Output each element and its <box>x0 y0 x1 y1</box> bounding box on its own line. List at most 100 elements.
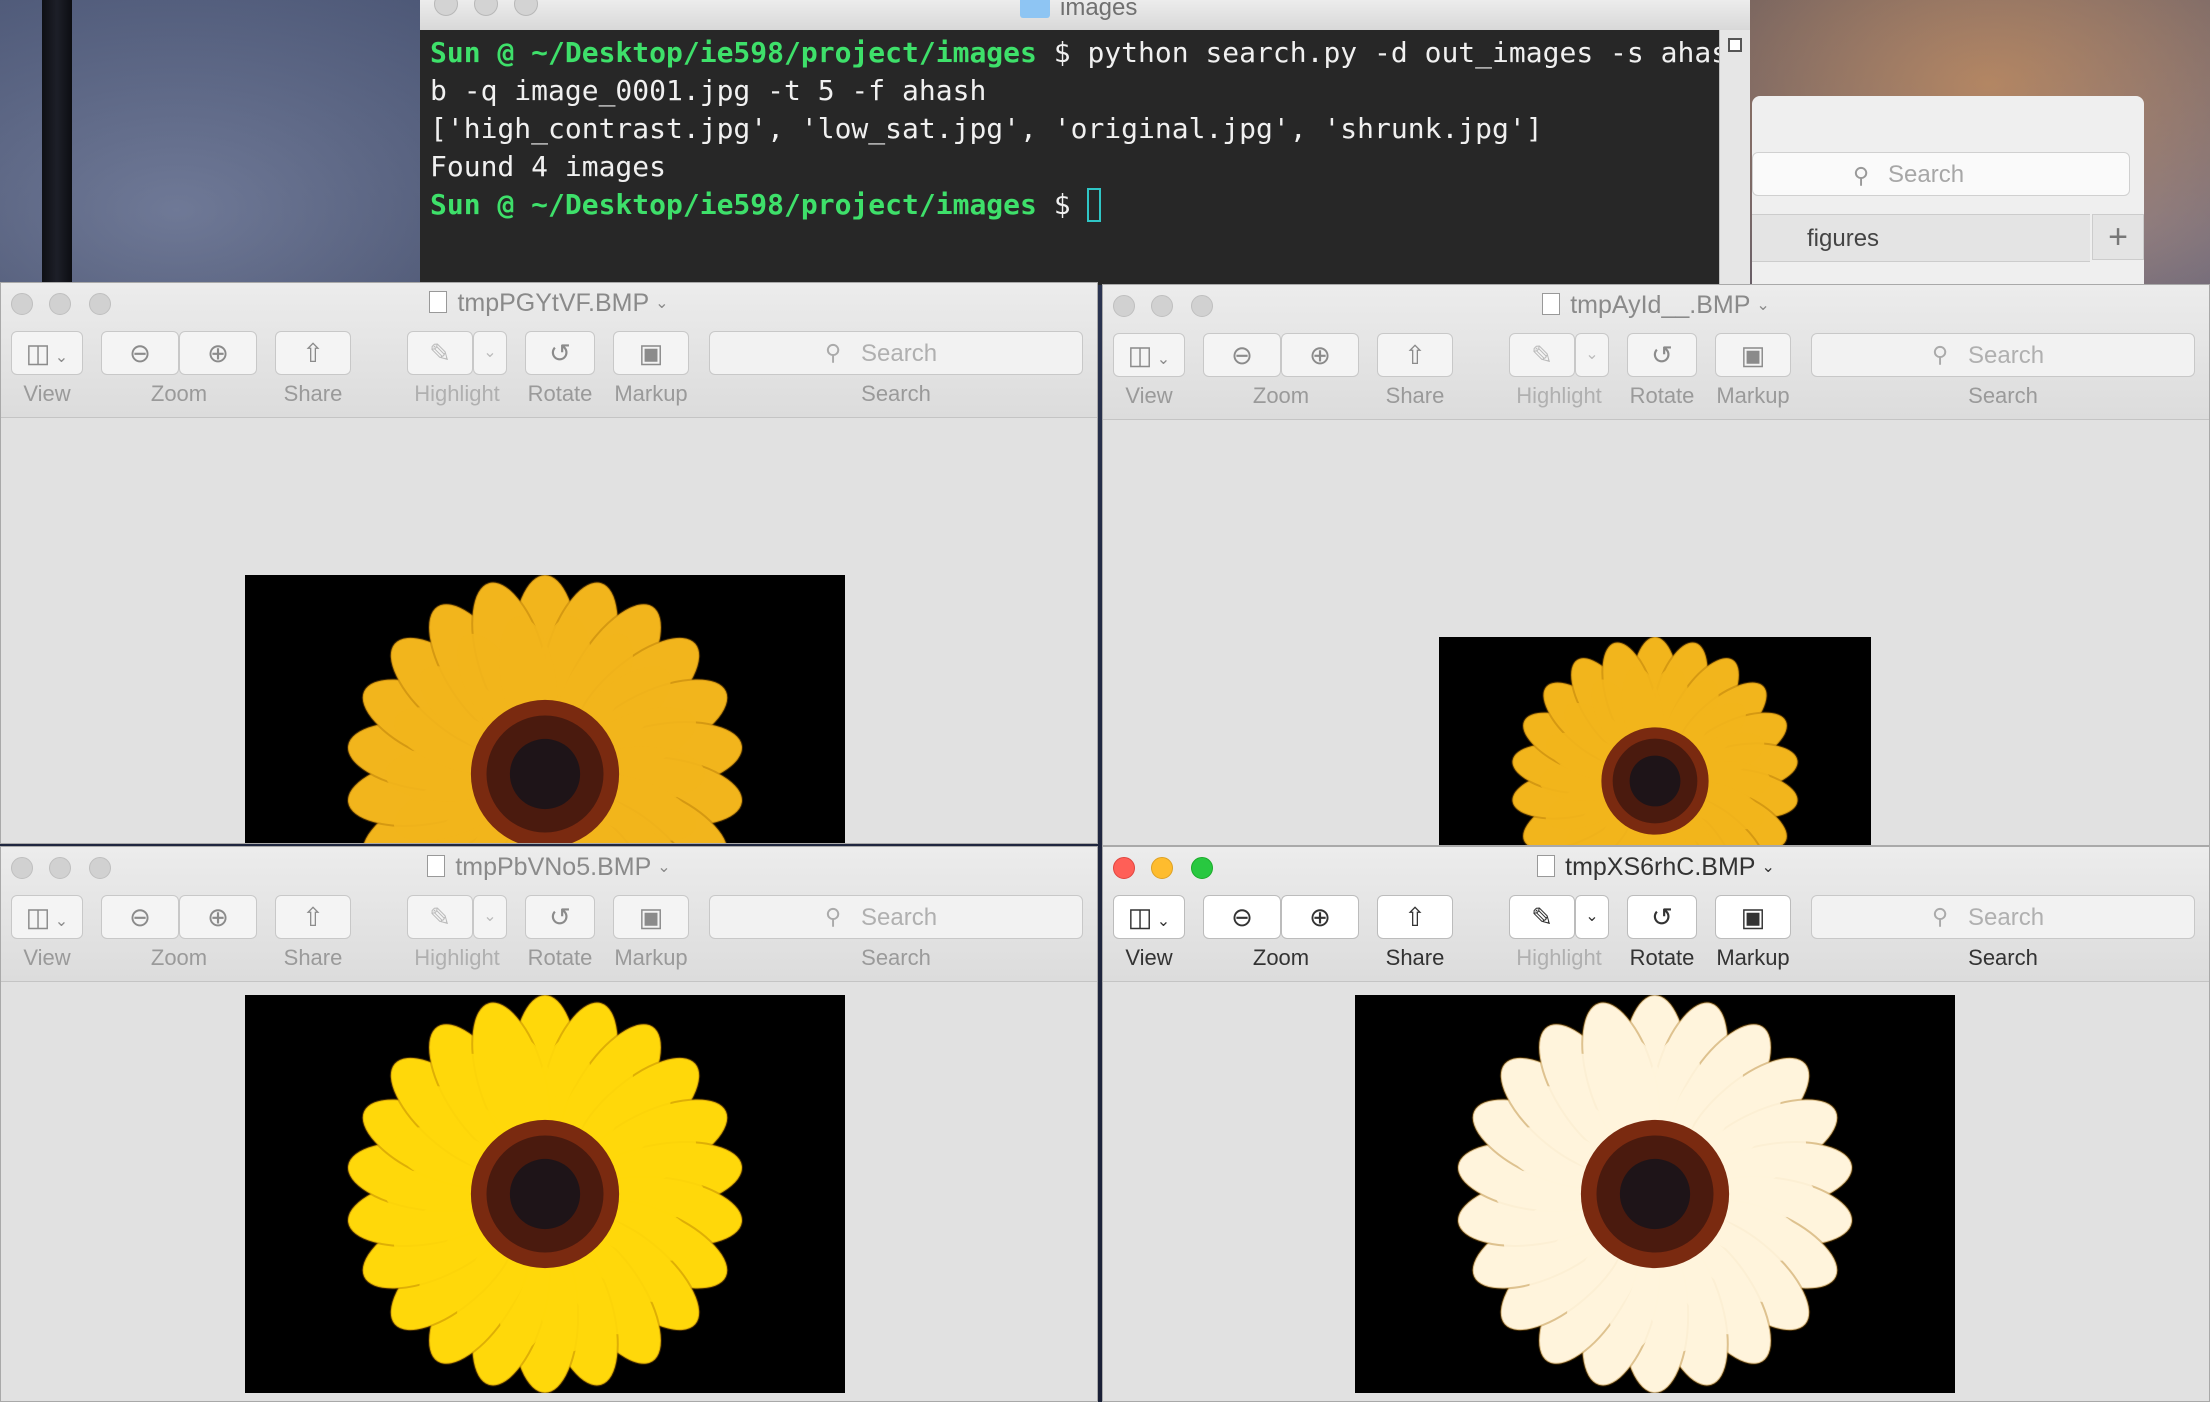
wallpaper-pole <box>42 0 72 290</box>
markup-button[interactable]: ▣ <box>613 895 689 939</box>
search-label: Search <box>861 381 931 406</box>
close-button[interactable] <box>434 0 458 16</box>
document-area[interactable] <box>1 982 1097 1401</box>
terminal-title: images <box>1060 0 1138 21</box>
finder-tab-label: figures <box>1807 225 1880 252</box>
document-area[interactable] <box>1103 982 2209 1401</box>
chevron-down-icon[interactable]: ⌄ <box>1761 859 1774 876</box>
window-title[interactable]: tmpPbVNo5.BMP ⌄ <box>1 853 1097 882</box>
chevron-down-icon[interactable]: ⌄ <box>657 859 670 876</box>
rotate-button[interactable]: ↺ <box>1627 895 1697 939</box>
finder-window[interactable]: ⚲ Search figures + <box>1752 96 2144 296</box>
markup-button[interactable]: ▣ <box>1715 895 1791 939</box>
chevron-down-icon[interactable]: ⌄ <box>655 295 668 312</box>
markup-button[interactable]: ▣ <box>1715 333 1791 377</box>
highlight-button[interactable]: ✎ <box>407 331 473 375</box>
toolbox-icon: ▣ <box>1740 340 1766 370</box>
highlight-menu-button[interactable]: ⌄ <box>473 895 507 939</box>
view-button[interactable]: ◫ ⌄ <box>11 331 83 375</box>
finder-tab-figures[interactable]: figures <box>1752 214 2090 262</box>
terminal-titlebar[interactable]: images <box>420 0 1750 31</box>
share-button[interactable]: ⇧ <box>275 895 351 939</box>
highlight-label: Highlight <box>414 381 500 406</box>
search-field[interactable]: ⚲ Search <box>1811 333 2195 377</box>
sunflower-graphic <box>346 575 744 843</box>
document-icon <box>1542 293 1561 315</box>
rotate-icon: ↺ <box>1651 340 1673 370</box>
share-label: Share <box>283 381 343 406</box>
zoom-out-button[interactable]: ⊖ <box>1203 895 1281 939</box>
minimize-button[interactable] <box>474 0 498 16</box>
search-label: Search <box>861 945 931 970</box>
view-button[interactable]: ◫ ⌄ <box>1113 333 1185 377</box>
highlight-menu-button[interactable]: ⌄ <box>1575 333 1609 377</box>
rotate-button[interactable]: ↺ <box>1627 333 1697 377</box>
rotate-label: Rotate <box>527 945 593 970</box>
output-line: ['high_contrast.jpg', 'low_sat.jpg', 'or… <box>430 112 1543 145</box>
zoom-in-button[interactable]: ⊕ <box>1281 333 1359 377</box>
sunflower-image <box>1439 637 1871 845</box>
view-button[interactable]: ◫ ⌄ <box>11 895 83 939</box>
rotate-button[interactable]: ↺ <box>525 331 595 375</box>
zoom-in-button[interactable]: ⊕ <box>179 331 257 375</box>
preview-toolbar: tmpPbVNo5.BMP ⌄ ◫ ⌄ ⊖ ⊕ ⇧ ✎ ⌄ ↺ ▣ ⚲ Searc… <box>1 847 1097 982</box>
share-button[interactable]: ⇧ <box>1377 895 1453 939</box>
finder-search-field[interactable]: ⚲ Search <box>1752 152 2130 196</box>
document-area[interactable] <box>1103 420 2209 845</box>
rotate-label: Rotate <box>1629 945 1695 970</box>
highlight-button[interactable]: ✎ <box>407 895 473 939</box>
highlight-menu-button[interactable]: ⌄ <box>1575 895 1609 939</box>
preview-window[interactable]: tmpPGYtVF.BMP ⌄ ◫ ⌄ ⊖ ⊕ ⇧ ✎ ⌄ ↺ ▣ ⚲ Searc… <box>0 282 1098 844</box>
add-tab-button[interactable]: + <box>2092 214 2144 260</box>
scroll-knob[interactable] <box>1728 38 1742 52</box>
text-cursor <box>1087 188 1102 222</box>
highlight-menu-button[interactable]: ⌄ <box>473 331 507 375</box>
rotate-button[interactable]: ↺ <box>525 895 595 939</box>
view-button[interactable]: ◫ ⌄ <box>1113 895 1185 939</box>
chevron-down-icon: ⌄ <box>50 913 69 930</box>
highlighter-icon: ✎ <box>429 338 451 368</box>
rotate-icon: ↺ <box>549 902 571 932</box>
zoom-out-button[interactable]: ⊖ <box>101 895 179 939</box>
chevron-down-icon: ⌄ <box>483 908 497 925</box>
terminal-window[interactable]: images Sun @ ~/Desktop/ie598/project/ima… <box>420 0 1750 285</box>
share-label: Share <box>1385 945 1445 970</box>
preview-window[interactable]: tmpXS6rhC.BMP ⌄ ◫ ⌄ ⊖ ⊕ ⇧ ✎ ⌄ ↺ ▣ ⚲ Searc… <box>1102 846 2210 1402</box>
window-title[interactable]: tmpPGYtVF.BMP ⌄ <box>1 289 1097 318</box>
zoom-out-button[interactable]: ⊖ <box>101 331 179 375</box>
finder-search-placeholder: Search <box>1888 161 1965 188</box>
zoom-button[interactable] <box>514 0 538 16</box>
highlight-button[interactable]: ✎ <box>1509 333 1575 377</box>
search-field[interactable]: ⚲ Search <box>709 895 1083 939</box>
sunflower-graphic <box>1511 637 1799 845</box>
highlight-button[interactable]: ✎ <box>1509 895 1575 939</box>
share-button[interactable]: ⇧ <box>1377 333 1453 377</box>
search-field[interactable]: ⚲ Search <box>709 331 1083 375</box>
output-line: Found 4 images <box>430 150 667 183</box>
sunflower-graphic <box>1456 995 1854 1393</box>
highlight-label: Highlight <box>414 945 500 970</box>
share-label: Share <box>1385 383 1445 408</box>
search-icon: ⚲ <box>825 340 842 365</box>
window-title-text: tmpAyId__.BMP <box>1570 291 1751 319</box>
terminal-output[interactable]: Sun @ ~/Desktop/ie598/project/images $ p… <box>420 30 1750 285</box>
zoom-out-button[interactable]: ⊖ <box>1203 333 1281 377</box>
terminal-scrollbar[interactable] <box>1719 30 1750 285</box>
sunflower-image <box>245 575 845 843</box>
markup-button[interactable]: ▣ <box>613 331 689 375</box>
search-field[interactable]: ⚲ Search <box>1811 895 2195 939</box>
preview-window[interactable]: tmpAyId__.BMP ⌄ ◫ ⌄ ⊖ ⊕ ⇧ ✎ ⌄ ↺ ▣ ⚲ Searc… <box>1102 284 2210 846</box>
highlighter-icon: ✎ <box>1531 902 1553 932</box>
sidebar-icon: ◫ <box>1127 340 1153 370</box>
share-button[interactable]: ⇧ <box>275 331 351 375</box>
window-title[interactable]: tmpXS6rhC.BMP ⌄ <box>1103 853 2209 882</box>
preview-window[interactable]: tmpPbVNo5.BMP ⌄ ◫ ⌄ ⊖ ⊕ ⇧ ✎ ⌄ ↺ ▣ ⚲ Searc… <box>0 846 1098 1402</box>
zoom-in-button[interactable]: ⊕ <box>179 895 257 939</box>
document-area[interactable] <box>1 418 1097 843</box>
zoom-in-button[interactable]: ⊕ <box>1281 895 1359 939</box>
search-label: Search <box>1968 945 2038 970</box>
preview-toolbar: tmpAyId__.BMP ⌄ ◫ ⌄ ⊖ ⊕ ⇧ ✎ ⌄ ↺ ▣ ⚲ Searc… <box>1103 285 2209 420</box>
chevron-down-icon[interactable]: ⌄ <box>1756 297 1769 314</box>
highlighter-icon: ✎ <box>429 902 451 932</box>
window-title[interactable]: tmpAyId__.BMP ⌄ <box>1103 291 2209 320</box>
